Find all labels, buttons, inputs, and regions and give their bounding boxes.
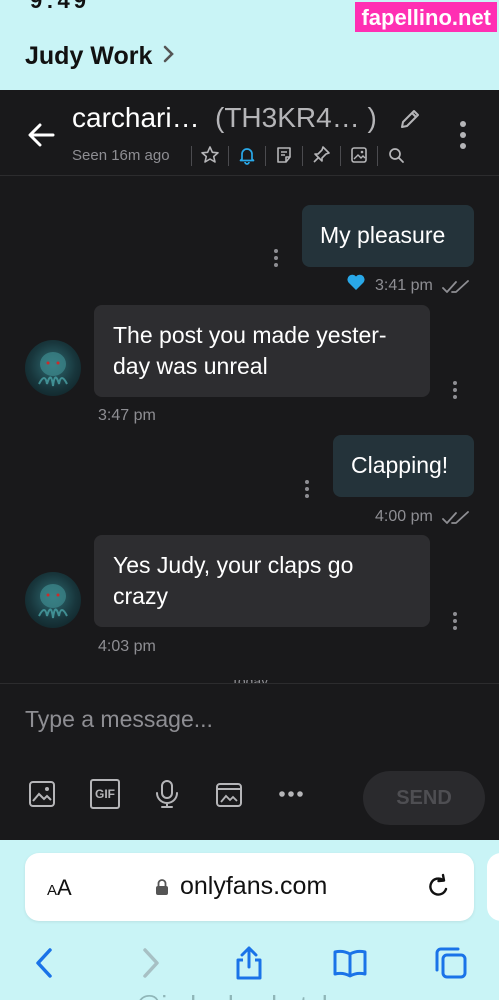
page-title: Judy Work bbox=[25, 42, 153, 70]
browser-toolbar: AA onlyfans.com @judywheelertakes bbox=[0, 840, 499, 1000]
double-check-icon bbox=[442, 511, 469, 524]
more-vertical-icon[interactable] bbox=[455, 120, 471, 150]
chevron-right-icon bbox=[162, 44, 176, 70]
chat-header: carchari… (TH3KR4… ) Seen 16m ago bbox=[0, 90, 499, 176]
message-time: 4:03 pm bbox=[98, 638, 156, 655]
message-composer: GIF SEND bbox=[0, 683, 499, 840]
message-text-line: day was unreal bbox=[113, 353, 268, 379]
message-time: 3:47 pm bbox=[98, 407, 156, 424]
message-text: My pleasure bbox=[320, 222, 446, 248]
message-text: Clapping! bbox=[351, 452, 449, 478]
top-bar: 9:49 fapellino.net Judy Work bbox=[0, 0, 499, 90]
status-time: 9:49 bbox=[30, 0, 91, 13]
divider bbox=[377, 146, 378, 166]
chat-app: carchari… (TH3KR4… ) Seen 16m ago My ple… bbox=[0, 90, 499, 840]
tabs-icon[interactable] bbox=[433, 945, 469, 981]
pin-icon[interactable] bbox=[311, 145, 331, 165]
url-text[interactable]: onlyfans.com bbox=[180, 872, 327, 901]
back-arrow-icon[interactable] bbox=[26, 120, 56, 150]
message-input[interactable] bbox=[25, 704, 465, 734]
message-menu-icon[interactable] bbox=[304, 479, 310, 499]
message-time: 4:00 pm bbox=[375, 508, 433, 525]
star-icon[interactable] bbox=[200, 145, 220, 165]
watermark: fapellino.net bbox=[355, 2, 497, 32]
more-horizontal-icon[interactable] bbox=[276, 779, 306, 809]
message-text-line: crazy bbox=[113, 583, 168, 609]
back-icon[interactable] bbox=[27, 945, 63, 981]
reload-icon[interactable] bbox=[425, 873, 451, 901]
image-icon[interactable] bbox=[349, 145, 369, 165]
divider bbox=[302, 146, 303, 166]
bell-icon[interactable] bbox=[237, 145, 257, 165]
gif-icon[interactable]: GIF bbox=[90, 779, 120, 809]
incoming-message[interactable]: The post you made yester- day was unreal bbox=[94, 305, 430, 397]
share-icon[interactable] bbox=[231, 945, 267, 981]
avatar[interactable] bbox=[25, 340, 81, 396]
send-button[interactable]: SEND bbox=[363, 771, 485, 825]
microphone-icon[interactable] bbox=[152, 779, 182, 809]
bottom-text: @judywheelertakes bbox=[135, 990, 362, 1000]
photo-icon[interactable] bbox=[27, 779, 57, 809]
reader-settings-button[interactable]: AA bbox=[47, 875, 72, 901]
message-menu-icon[interactable] bbox=[273, 248, 279, 268]
page-header-link[interactable]: Judy Work bbox=[25, 42, 176, 71]
contact-handle[interactable]: (TH3KR4… ) bbox=[215, 102, 377, 134]
next-tab-preview[interactable] bbox=[487, 853, 499, 921]
pencil-icon[interactable] bbox=[398, 107, 422, 131]
note-icon[interactable] bbox=[274, 145, 294, 165]
heart-icon[interactable] bbox=[346, 273, 366, 291]
message-menu-icon[interactable] bbox=[452, 611, 458, 631]
message-menu-icon[interactable] bbox=[452, 380, 458, 400]
lock-icon bbox=[156, 879, 168, 895]
divider bbox=[228, 146, 229, 166]
incoming-message[interactable]: Yes Judy, your claps go crazy bbox=[94, 535, 430, 627]
outgoing-message[interactable]: My pleasure bbox=[302, 205, 474, 267]
vault-icon[interactable] bbox=[214, 779, 244, 809]
divider bbox=[340, 146, 341, 166]
message-time: 3:41 pm bbox=[375, 277, 433, 294]
message-text-line: The post you made yester- bbox=[113, 322, 387, 348]
address-bar[interactable]: AA onlyfans.com bbox=[25, 853, 474, 921]
forward-icon[interactable] bbox=[132, 945, 168, 981]
divider bbox=[265, 146, 266, 166]
last-seen: Seen 16m ago bbox=[72, 147, 170, 164]
outgoing-message[interactable]: Clapping! bbox=[333, 435, 474, 497]
divider bbox=[191, 146, 192, 166]
double-check-icon bbox=[442, 280, 469, 293]
bookmarks-icon[interactable] bbox=[332, 945, 368, 981]
contact-name[interactable]: carchari… bbox=[72, 102, 200, 134]
avatar[interactable] bbox=[25, 572, 81, 628]
message-text-line: Yes Judy, your claps go bbox=[113, 552, 354, 578]
search-icon[interactable] bbox=[386, 145, 406, 165]
